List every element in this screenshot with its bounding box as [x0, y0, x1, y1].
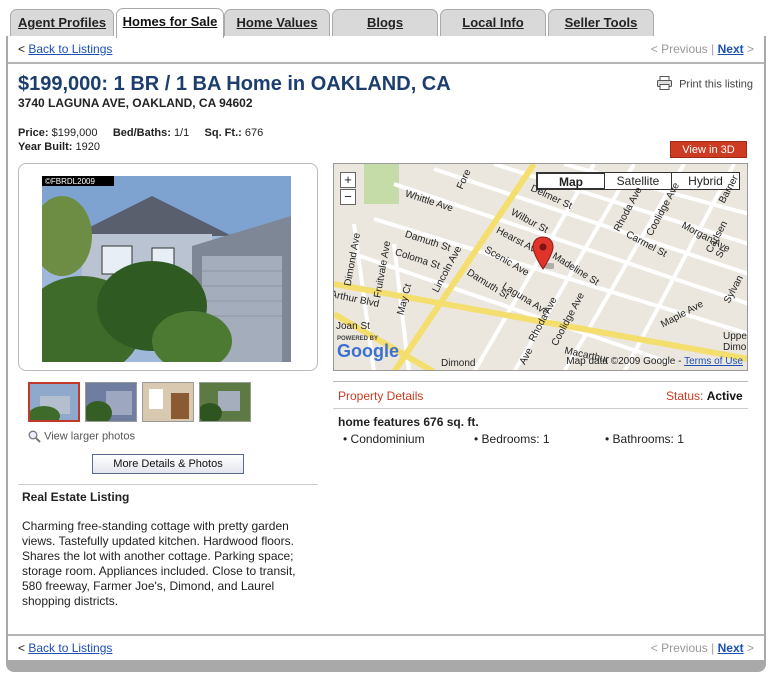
price-label: Price:: [18, 127, 49, 139]
tab-agent-profiles[interactable]: Agent Profiles: [10, 9, 114, 37]
main-photo[interactable]: ©FBRDL2009: [42, 176, 291, 362]
frame-bottom-bar: [6, 660, 766, 672]
print-listing-link[interactable]: Print this listing: [657, 76, 753, 93]
top-navigation: < Back to Listings < Previous | Next >: [8, 37, 764, 61]
street-label: Upper Dimond: [723, 331, 748, 353]
view-larger-label: View larger photos: [44, 430, 135, 443]
view-in-3d-button[interactable]: View in 3D: [670, 141, 747, 158]
nav-separator: |: [711, 42, 715, 56]
divider: [18, 484, 318, 485]
map-type-map[interactable]: Map: [536, 172, 606, 190]
nav-separator: |: [711, 641, 715, 655]
next-arrow: >: [746, 42, 754, 56]
bedbath-label: Bed/Baths:: [112, 127, 171, 139]
magnifier-icon: [28, 430, 44, 443]
more-details-button[interactable]: More Details & Photos: [92, 454, 244, 474]
thumbnail-4[interactable]: [199, 382, 251, 422]
back-arrow: <: [18, 42, 26, 56]
back-to-listings-link[interactable]: Back to Listings: [28, 42, 112, 56]
map-view[interactable]: + − Map Satellite Hybrid Whittle Ave For…: [333, 163, 748, 371]
status-value: Active: [706, 389, 743, 403]
sqft-value: 676: [244, 127, 264, 139]
thumbnail-2[interactable]: [85, 382, 137, 422]
back-to-listings-link[interactable]: Back to Listings: [28, 641, 112, 655]
listing-description: Charming free-standing cottage with pret…: [22, 519, 296, 608]
street-label: Dimond: [441, 358, 476, 369]
view-larger-photos-link[interactable]: View larger photos: [28, 430, 135, 443]
listing-facts: Price: $199,000 Bed/Baths: 1/1 Sq. Ft.: …: [18, 126, 263, 154]
back-arrow: <: [18, 641, 26, 655]
zoom-in-button[interactable]: +: [340, 172, 356, 188]
status-display: Status: Active: [666, 389, 743, 403]
divider: [333, 408, 748, 409]
map-credit: Map data ©2009 Google - Terms of Use: [566, 356, 743, 367]
listing-title: $199,000: 1 BR / 1 BA Home in OAKLAND, C…: [18, 73, 451, 95]
tab-local-info[interactable]: Local Info: [440, 9, 546, 37]
map-data-credit: Map data ©2009 Google -: [566, 356, 682, 367]
next-arrow: >: [746, 641, 754, 655]
tab-seller-tools[interactable]: Seller Tools: [548, 9, 654, 37]
terms-of-use-link[interactable]: Terms of Use: [684, 356, 743, 367]
previous-link: < Previous: [650, 641, 708, 655]
main-photo-frame: ©FBRDL2009: [18, 163, 318, 371]
google-logo[interactable]: POWERED BY Google: [337, 336, 399, 360]
feature-item: • Condominium: [343, 432, 425, 446]
year-value: 1920: [75, 141, 100, 153]
location-marker-icon[interactable]: [532, 236, 558, 273]
feature-item: • Bedrooms: 1: [474, 432, 550, 446]
property-details-heading: Property Details: [338, 389, 424, 403]
print-listing-label: Print this listing: [679, 78, 754, 91]
thumbnail-1[interactable]: [28, 382, 80, 422]
bottom-navigation: < Back to Listings < Previous | Next >: [8, 636, 764, 660]
printer-icon: [657, 76, 672, 93]
year-label: Year Built:: [18, 141, 73, 153]
tab-homes-for-sale[interactable]: Homes for Sale: [116, 8, 224, 38]
thumbnail-3[interactable]: [142, 382, 194, 422]
price-value: $199,000: [51, 127, 98, 139]
divider: [333, 381, 748, 382]
tab-home-values[interactable]: Home Values: [224, 9, 330, 37]
photo-watermark: ©FBRDL2009: [45, 177, 95, 186]
zoom-out-button[interactable]: −: [340, 189, 356, 205]
tab-bar: Agent Profiles Homes for Sale Home Value…: [8, 8, 766, 38]
listing-address: 3740 LAGUNA AVE, OAKLAND, CA 94602: [18, 96, 253, 110]
real-estate-listing-heading: Real Estate Listing: [22, 490, 130, 504]
tab-blogs[interactable]: Blogs: [332, 9, 438, 37]
street-label: Joan St: [336, 321, 370, 332]
next-link[interactable]: Next: [718, 641, 744, 655]
google-wordmark: Google: [337, 341, 399, 361]
previous-link: < Previous: [650, 42, 708, 56]
features-heading: home features 676 sq. ft.: [338, 415, 479, 429]
sqft-label: Sq. Ft.:: [204, 127, 242, 139]
next-link[interactable]: Next: [718, 42, 744, 56]
feature-item: • Bathrooms: 1: [605, 432, 684, 446]
bedbath-value: 1/1: [173, 127, 190, 139]
status-label: Status:: [666, 389, 704, 403]
divider: [8, 62, 764, 64]
